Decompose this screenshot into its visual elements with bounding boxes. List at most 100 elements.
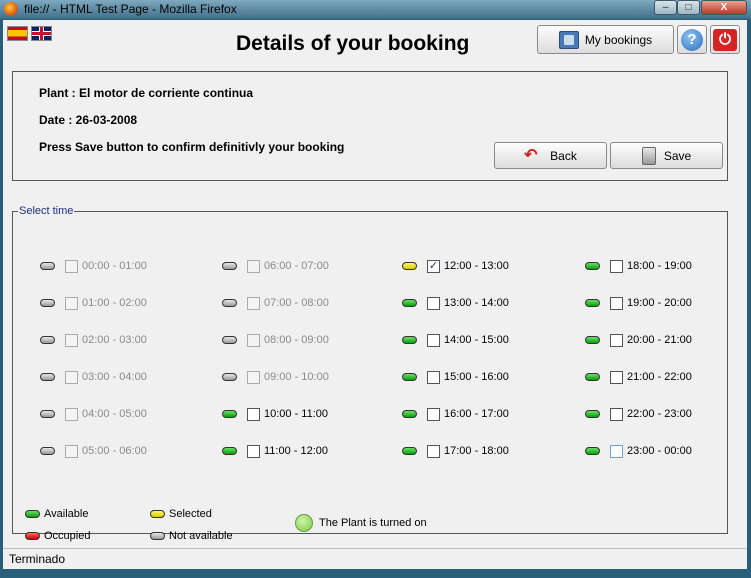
save-icon xyxy=(641,146,656,165)
slot-checkbox xyxy=(247,296,260,310)
plant-line: Plant : El motor de corriente continua xyxy=(39,86,254,100)
slot-status-led-icon xyxy=(402,299,417,307)
power-icon: ⏻ xyxy=(713,28,737,51)
status-bar: Terminado xyxy=(3,548,747,569)
slot-time-label: 04:00 - 05:00 xyxy=(82,408,147,420)
time-slot: ✓ 12:00 - 13:00 xyxy=(402,258,509,274)
time-slot: 18:00 - 19:00 xyxy=(585,258,692,274)
gray-led-icon xyxy=(150,532,165,540)
slot-checkbox xyxy=(65,370,78,384)
slot-checkbox xyxy=(247,333,260,347)
slot-checkbox[interactable] xyxy=(427,333,440,347)
slot-time-label: 14:00 - 15:00 xyxy=(444,334,509,346)
slot-status-led-icon xyxy=(40,410,55,418)
select-time-panel: Select time 00:00 - 01:00 01:00 - 02:00 02… xyxy=(12,205,728,542)
slot-time-label: 00:00 - 01:00 xyxy=(82,260,147,272)
key-available-label: Available xyxy=(44,508,89,520)
slot-time-label: 22:00 - 23:00 xyxy=(627,408,692,420)
time-slot: 13:00 - 14:00 xyxy=(402,295,509,311)
slot-time-label: 11:00 - 12:00 xyxy=(264,445,329,457)
slot-time-label: 08:00 - 09:00 xyxy=(264,334,329,346)
slot-status-led-icon xyxy=(40,262,55,270)
slot-status-led-icon xyxy=(402,373,417,381)
slot-checkbox[interactable] xyxy=(610,296,623,310)
slot-checkbox[interactable] xyxy=(427,444,440,458)
back-arrow-icon: ↶ xyxy=(524,146,538,164)
window-titlebar: file:// - HTML Test Page - Mozilla Firef… xyxy=(0,0,751,19)
slot-time-label: 15:00 - 16:00 xyxy=(444,371,509,383)
save-button[interactable]: Save xyxy=(610,142,723,169)
slot-status-led-icon xyxy=(585,410,600,418)
key-not-available-label: Not available xyxy=(169,530,233,542)
slot-status-led-icon xyxy=(585,447,600,455)
date-line: Date : 26-03-2008 xyxy=(39,113,138,127)
time-slot: 22:00 - 23:00 xyxy=(585,406,692,422)
key-occupied-label: Occupied xyxy=(44,530,91,542)
status-text: Terminado xyxy=(9,552,66,566)
slot-time-label: 21:00 - 22:00 xyxy=(627,371,692,383)
time-slot: 08:00 - 09:00 xyxy=(222,332,329,348)
close-window-button[interactable]: X xyxy=(701,0,747,15)
slot-status-led-icon xyxy=(40,373,55,381)
spain-flag-icon[interactable] xyxy=(7,26,28,41)
save-label: Save xyxy=(663,148,692,163)
slot-checkbox xyxy=(247,370,260,384)
slot-checkbox[interactable] xyxy=(427,407,440,421)
plant-on-indicator-icon xyxy=(295,514,313,532)
time-slot: 16:00 - 17:00 xyxy=(402,406,509,422)
slot-checkbox[interactable] xyxy=(610,444,623,458)
plant-status: The Plant is turned on xyxy=(295,514,427,532)
slot-checkbox[interactable] xyxy=(610,370,623,384)
slot-checkbox xyxy=(65,444,78,458)
slot-checkbox[interactable] xyxy=(427,296,440,310)
time-slot: 01:00 - 02:00 xyxy=(40,295,147,311)
slot-checkbox[interactable]: ✓ xyxy=(427,259,440,273)
slot-time-label: 18:00 - 19:00 xyxy=(627,260,692,272)
time-slot: 06:00 - 07:00 xyxy=(222,258,329,274)
slot-status-led-icon xyxy=(402,262,417,270)
time-slot: 00:00 - 01:00 xyxy=(40,258,147,274)
maximize-button[interactable]: □ xyxy=(677,0,700,15)
slot-time-label: 23:00 - 00:00 xyxy=(627,445,692,457)
time-slot: 02:00 - 03:00 xyxy=(40,332,147,348)
key-not-available: Not available xyxy=(150,530,233,542)
slot-checkbox[interactable] xyxy=(247,444,260,458)
page-title: Details of your booking xyxy=(236,32,470,55)
logout-button[interactable]: ⏻ xyxy=(710,25,740,54)
slot-status-led-icon xyxy=(402,410,417,418)
time-slot: 17:00 - 18:00 xyxy=(402,443,509,459)
slot-status-led-icon xyxy=(40,336,55,344)
help-button[interactable]: ? xyxy=(677,25,707,54)
slot-status-led-icon xyxy=(402,336,417,344)
slot-time-label: 13:00 - 14:00 xyxy=(444,297,509,309)
window-title: file:// - HTML Test Page - Mozilla Firef… xyxy=(24,2,237,16)
slot-checkbox xyxy=(65,296,78,310)
time-slot: 04:00 - 05:00 xyxy=(40,406,147,422)
slot-time-label: 02:00 - 03:00 xyxy=(82,334,147,346)
time-slot: 07:00 - 08:00 xyxy=(222,295,329,311)
slot-checkbox[interactable] xyxy=(247,407,260,421)
slot-checkbox xyxy=(247,259,260,273)
slot-status-led-icon xyxy=(222,299,237,307)
instruction-line: Press Save button to confirm definitivly… xyxy=(39,140,345,154)
slot-time-label: 17:00 - 18:00 xyxy=(444,445,509,457)
slot-status-led-icon xyxy=(402,447,417,455)
uk-flag-icon[interactable] xyxy=(31,26,52,41)
key-available: Available xyxy=(25,508,88,520)
slot-time-label: 01:00 - 02:00 xyxy=(82,297,147,309)
time-slot: 11:00 - 12:00 xyxy=(222,443,328,459)
minimize-button[interactable]: – xyxy=(654,0,677,15)
back-button[interactable]: ↶ Back xyxy=(494,142,607,169)
my-bookings-button[interactable]: My bookings xyxy=(537,25,674,54)
slot-checkbox[interactable] xyxy=(427,370,440,384)
plant-status-label: The Plant is turned on xyxy=(319,517,427,529)
slot-checkbox[interactable] xyxy=(610,259,623,273)
slot-time-label: 12:00 - 13:00 xyxy=(444,260,509,272)
slot-time-label: 07:00 - 08:00 xyxy=(264,297,329,309)
slot-checkbox[interactable] xyxy=(610,407,623,421)
slot-status-led-icon xyxy=(585,299,600,307)
key-selected: Selected xyxy=(150,508,212,520)
time-slot: 10:00 - 11:00 xyxy=(222,406,328,422)
slot-status-led-icon xyxy=(222,373,237,381)
slot-checkbox[interactable] xyxy=(610,333,623,347)
